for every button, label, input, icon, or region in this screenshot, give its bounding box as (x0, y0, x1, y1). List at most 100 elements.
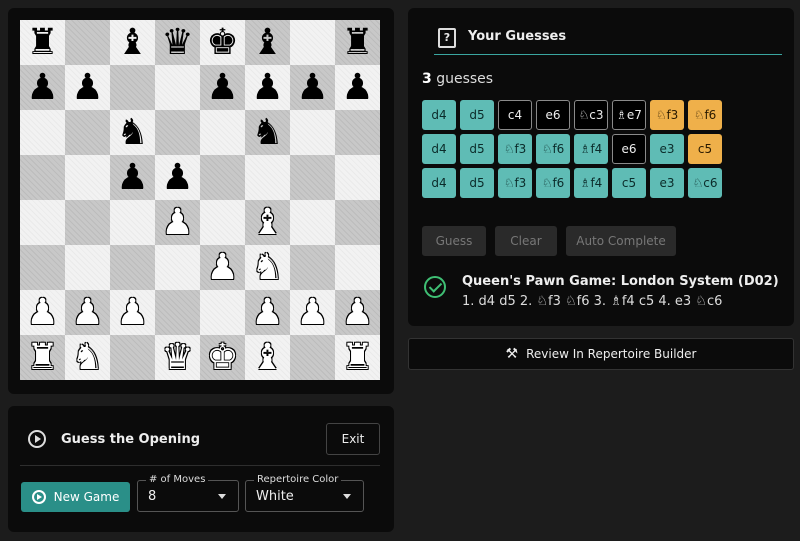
black-king-piece[interactable]: ♚ (206, 24, 238, 61)
board-square[interactable] (335, 155, 380, 200)
board-square[interactable]: ♞ (110, 110, 155, 155)
board-square[interactable]: ♟ (20, 65, 65, 110)
board-square[interactable] (20, 200, 65, 245)
white-bishop-piece[interactable]: ♝ (251, 339, 283, 376)
board-square[interactable]: ♟ (245, 65, 290, 110)
black-pawn-piece[interactable]: ♟ (161, 159, 193, 196)
black-pawn-piece[interactable]: ♟ (206, 69, 238, 106)
board-square[interactable] (20, 245, 65, 290)
white-pawn-piece[interactable]: ♟ (26, 294, 58, 331)
board-square[interactable] (155, 110, 200, 155)
black-queen-piece[interactable]: ♛ (161, 24, 193, 61)
white-rook-piece[interactable]: ♜ (341, 339, 373, 376)
white-pawn-piece[interactable]: ♟ (251, 294, 283, 331)
repertoire-color-select[interactable]: Repertoire Color White (245, 474, 364, 512)
board-square[interactable]: ♟ (155, 200, 200, 245)
black-knight-piece[interactable]: ♞ (116, 114, 148, 151)
board-square[interactable]: ♟ (110, 155, 155, 200)
board-square[interactable]: ♛ (155, 20, 200, 65)
white-pawn-piece[interactable]: ♟ (206, 249, 238, 286)
board-square[interactable] (110, 335, 155, 380)
board-square[interactable]: ♟ (290, 65, 335, 110)
board-square[interactable]: ♟ (65, 290, 110, 335)
board-square[interactable] (155, 245, 200, 290)
board-square[interactable] (20, 110, 65, 155)
board-square[interactable] (110, 245, 155, 290)
board-square[interactable] (290, 155, 335, 200)
white-pawn-piece[interactable]: ♟ (116, 294, 148, 331)
board-square[interactable]: ♞ (245, 110, 290, 155)
board-square[interactable]: ♞ (245, 245, 290, 290)
white-king-piece[interactable]: ♚ (206, 339, 238, 376)
board-square[interactable] (245, 155, 290, 200)
board-square[interactable]: ♟ (335, 65, 380, 110)
board-square[interactable]: ♟ (200, 65, 245, 110)
white-rook-piece[interactable]: ♜ (26, 339, 58, 376)
board-square[interactable] (200, 200, 245, 245)
black-bishop-piece[interactable]: ♝ (251, 24, 283, 61)
white-knight-piece[interactable]: ♞ (71, 339, 103, 376)
white-pawn-piece[interactable]: ♟ (71, 294, 103, 331)
board-square[interactable]: ♟ (245, 290, 290, 335)
board-square[interactable] (110, 200, 155, 245)
exit-button[interactable]: Exit (326, 423, 380, 455)
white-pawn-piece[interactable]: ♟ (161, 204, 193, 241)
black-rook-piece[interactable]: ♜ (26, 24, 58, 61)
board-square[interactable] (155, 65, 200, 110)
board-square[interactable]: ♟ (335, 290, 380, 335)
white-queen-piece[interactable]: ♛ (161, 339, 193, 376)
board-square[interactable] (290, 200, 335, 245)
guess-button[interactable]: Guess (422, 226, 486, 256)
board-square[interactable]: ♟ (65, 65, 110, 110)
white-bishop-piece[interactable]: ♝ (251, 204, 283, 241)
black-rook-piece[interactable]: ♜ (341, 24, 373, 61)
board-square[interactable] (290, 335, 335, 380)
board-square[interactable] (290, 110, 335, 155)
board-square[interactable] (155, 290, 200, 335)
black-pawn-piece[interactable]: ♟ (26, 69, 58, 106)
board-square[interactable]: ♝ (245, 20, 290, 65)
new-game-button[interactable]: New Game (21, 482, 130, 512)
board-square[interactable]: ♟ (200, 245, 245, 290)
board-square[interactable] (20, 155, 65, 200)
board-square[interactable]: ♜ (20, 20, 65, 65)
board-square[interactable] (200, 110, 245, 155)
black-pawn-piece[interactable]: ♟ (71, 69, 103, 106)
board-square[interactable]: ♜ (335, 20, 380, 65)
board-square[interactable] (65, 110, 110, 155)
board-square[interactable] (65, 20, 110, 65)
board-square[interactable] (65, 155, 110, 200)
board-square[interactable]: ♝ (245, 335, 290, 380)
board-square[interactable]: ♝ (245, 200, 290, 245)
board-square[interactable] (65, 200, 110, 245)
board-square[interactable] (200, 290, 245, 335)
board-square[interactable]: ♝ (110, 20, 155, 65)
board-square[interactable] (335, 110, 380, 155)
black-knight-piece[interactable]: ♞ (251, 114, 283, 151)
board-square[interactable]: ♚ (200, 335, 245, 380)
board-square[interactable] (65, 245, 110, 290)
clear-button[interactable]: Clear (495, 226, 557, 256)
black-pawn-piece[interactable]: ♟ (116, 159, 148, 196)
board-square[interactable]: ♜ (20, 335, 65, 380)
white-pawn-piece[interactable]: ♟ (296, 294, 328, 331)
board-square[interactable]: ♟ (155, 155, 200, 200)
board-square[interactable]: ♟ (110, 290, 155, 335)
board-square[interactable] (200, 155, 245, 200)
moves-select[interactable]: # of Moves 8 (137, 474, 239, 512)
board-square[interactable]: ♟ (290, 290, 335, 335)
board-square[interactable]: ♚ (200, 20, 245, 65)
white-pawn-piece[interactable]: ♟ (341, 294, 373, 331)
board-square[interactable] (110, 65, 155, 110)
black-bishop-piece[interactable]: ♝ (116, 24, 148, 61)
board-square[interactable] (290, 245, 335, 290)
white-knight-piece[interactable]: ♞ (251, 249, 283, 286)
board-square[interactable]: ♛ (155, 335, 200, 380)
chessboard[interactable]: ♜ ♝ ♛ ♚ ♝ ♜ ♟ ♟ ♟ ♟ ♟ ♟ ♞ ♞ ♟ ♟ ♟ ♝ ♟ ♞ ♟ ♟ ♟ ♟ ♟ ♟ ♜ ♞ ♛ ♚ ♝ ♜ (20, 20, 380, 380)
review-in-repertoire-builder-button[interactable]: ⚒ Review In Repertoire Builder (408, 338, 794, 370)
black-pawn-piece[interactable]: ♟ (251, 69, 283, 106)
auto-complete-button[interactable]: Auto Complete (566, 226, 676, 256)
board-square[interactable] (335, 245, 380, 290)
board-square[interactable]: ♟ (20, 290, 65, 335)
board-square[interactable] (335, 200, 380, 245)
